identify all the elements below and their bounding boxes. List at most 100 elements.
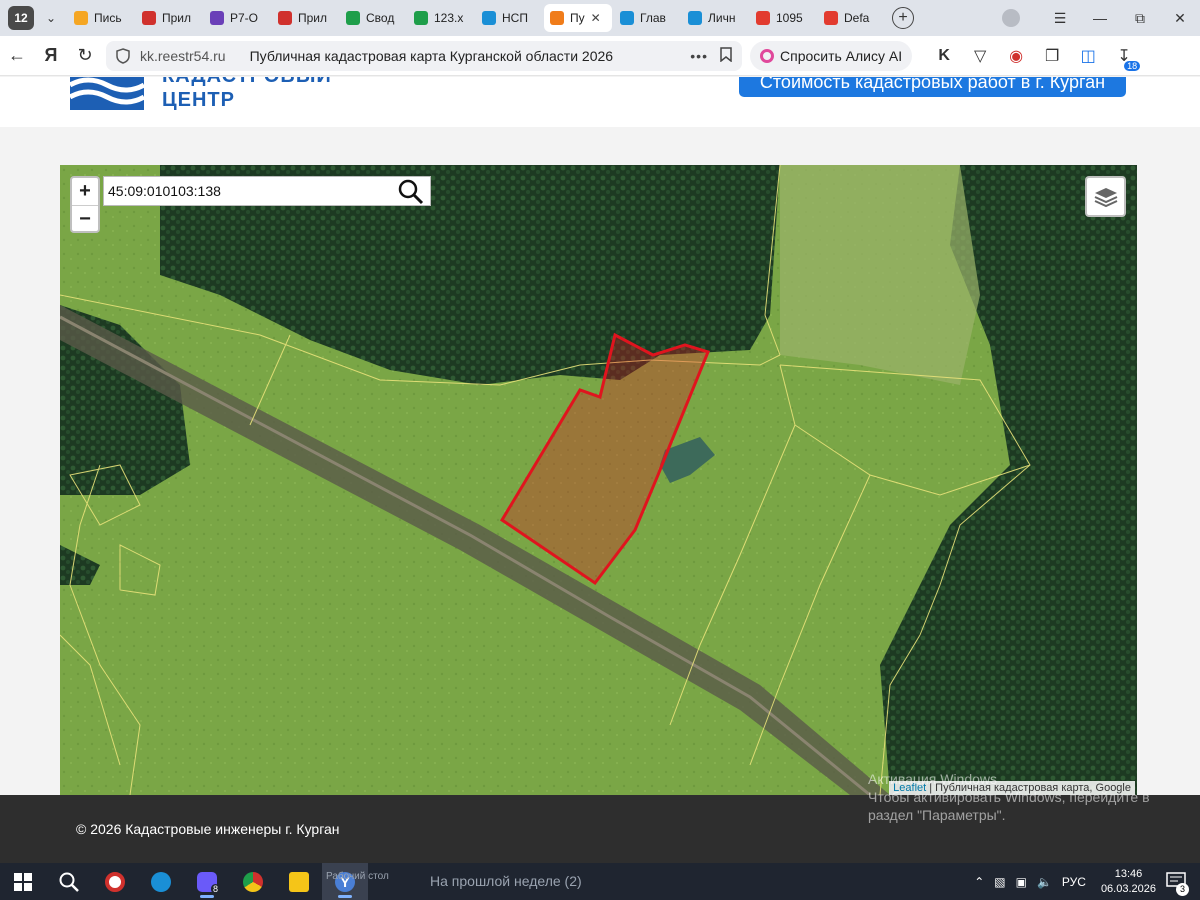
tab-favicon-icon (550, 11, 564, 25)
window-controls: ☰ — ⧉ ✕ (1002, 0, 1200, 36)
tab-favicon-icon (824, 11, 838, 25)
browser-tab-bar: 12 ⌄ Пись Прил Р7-О Прил Свод 123.x НСП Пу ✕ Глав… (0, 0, 1200, 36)
menu-icon[interactable]: ☰ (1040, 10, 1080, 27)
windows-taskbar: 8 Y Рабочий стол На прошлой неделе (2) ⌃… (0, 863, 1200, 900)
notification-center-button[interactable]: 3 (1166, 871, 1192, 896)
tab-favicon-icon (620, 11, 634, 25)
search-taskbar-button[interactable] (46, 863, 92, 900)
bookmark-icon[interactable] (720, 46, 732, 65)
notification-count: 3 (1176, 882, 1189, 896)
extension-icon[interactable]: ◫ (1070, 41, 1106, 71)
tab-label: НСП (502, 11, 528, 25)
shield-icon (116, 47, 130, 64)
browser-tab-11[interactable]: Defa (818, 4, 884, 32)
ask-alice-label: Спросить Алису AI (780, 47, 903, 64)
tab-favicon-icon (210, 11, 224, 25)
tab-count-button[interactable]: 12 (8, 6, 34, 30)
site-header: КАДАСТРОВЫЙ ЦЕНТР Стоимость кадастровых … (0, 77, 1200, 127)
tab-label: 123.x (434, 11, 464, 25)
pricing-cta-button[interactable]: Стоимость кадастровых работ в г. Курган (739, 77, 1126, 97)
tab-label: Личн (708, 11, 736, 25)
clock-time: 13:46 (1114, 867, 1143, 880)
tabs-dropdown-icon[interactable]: ⌄ (38, 6, 64, 30)
tab-label: Свод (366, 11, 395, 25)
address-bar[interactable]: kk.reestr54.ru Публичная кадастровая кар… (106, 40, 742, 71)
browser-tab-5[interactable]: 123.x (408, 4, 474, 32)
language-indicator[interactable]: РУС (1062, 875, 1086, 889)
clock[interactable]: 13:46 06.03.2026 (1101, 867, 1156, 897)
windows-activation-watermark: Активация Windows Чтобы активировать Win… (868, 770, 1150, 824)
logo-text-line1: КАДАСТРОВЫЙ (162, 77, 332, 88)
kinopoisk-extension-icon[interactable]: K (926, 41, 962, 71)
copilot-app-icon[interactable] (92, 863, 138, 900)
search-icon[interactable] (398, 179, 424, 205)
reload-button[interactable]: ↻ (68, 41, 102, 71)
vpn-extension-icon[interactable]: ◉ (998, 41, 1034, 71)
system-tray: ⌃ ▧ ▣ 🔈 РУС 13:46 06.03.2026 3 (969, 863, 1200, 900)
browser-tab-6[interactable]: НСП (476, 4, 542, 32)
tab-favicon-icon (414, 11, 428, 25)
tab-favicon-icon (142, 11, 156, 25)
tray-app-icon[interactable]: ▧ (994, 875, 1005, 889)
downloads-icon[interactable]: ▽ (962, 41, 998, 71)
tab-label: Прил (162, 11, 192, 25)
more-icon[interactable]: ••• (690, 48, 708, 64)
watermark-line3: раздел "Параметры". (868, 807, 1006, 823)
minimize-button[interactable]: — (1080, 10, 1120, 26)
browser-tab-9[interactable]: Личн (682, 4, 748, 32)
cadastral-search-input[interactable]: 45:09:010103:138 (103, 176, 431, 206)
page-title: Публичная кадастровая карта Курганской о… (249, 47, 614, 64)
windows-icon (14, 872, 32, 891)
tab-favicon-icon (346, 11, 360, 25)
logo-text-line2: ЦЕНТР (162, 89, 235, 111)
taskbar-ghost-text: На прошлой неделе (2) (430, 873, 582, 889)
close-window-button[interactable]: ✕ (1160, 10, 1200, 27)
zoom-in-button[interactable]: + (72, 178, 98, 205)
browser-tab-1[interactable]: Прил (136, 4, 202, 32)
tab-label: Пу (570, 11, 585, 25)
tab-favicon-icon (74, 11, 88, 25)
messenger-app-icon[interactable]: 8 (184, 863, 230, 900)
chrome-app-icon[interactable] (230, 863, 276, 900)
network-icon[interactable]: ▣ (1016, 875, 1027, 889)
file-explorer-icon[interactable] (276, 863, 322, 900)
layers-icon (1094, 187, 1117, 207)
tab-list: Пись Прил Р7-О Прил Свод 123.x НСП Пу ✕ Глав Личн 1… (68, 0, 886, 36)
browser-tab-8[interactable]: Глав (614, 4, 680, 32)
url-domain: kk.reestr54.ru (140, 47, 226, 64)
browser-tab-4[interactable]: Свод (340, 4, 406, 32)
back-button[interactable]: ← (0, 41, 34, 71)
search-value: 45:09:010103:138 (108, 183, 221, 199)
browser-tab-7[interactable]: Пу ✕ (544, 4, 612, 32)
tab-label: Defa (844, 11, 870, 25)
watermark-line1: Активация Windows (868, 771, 998, 787)
copyright-text: © 2026 Кадастровые инженеры г. Курган (76, 821, 340, 837)
browser-tab-2[interactable]: Р7-О (204, 4, 270, 32)
tab-label: Пись (94, 11, 122, 25)
volume-icon[interactable]: 🔈 (1037, 875, 1052, 889)
tab-favicon-icon (688, 11, 702, 25)
zoom-control: + − (70, 176, 100, 233)
close-tab-icon[interactable]: ✕ (591, 11, 601, 25)
collections-icon[interactable]: ❐ (1034, 41, 1070, 71)
layers-button[interactable] (1085, 176, 1126, 217)
browser-tab-10[interactable]: 1095 (750, 4, 816, 32)
start-button[interactable] (0, 863, 46, 900)
zoom-out-button[interactable]: − (72, 205, 98, 232)
browser-tab-3[interactable]: Прил (272, 4, 338, 32)
satellite-map-layer[interactable] (60, 165, 1137, 795)
edge-app-icon[interactable] (138, 863, 184, 900)
browser-tab-0[interactable]: Пись (68, 4, 134, 32)
tab-label: Прил (298, 11, 328, 25)
logo-icon[interactable] (70, 77, 144, 110)
tab-favicon-icon (482, 11, 496, 25)
cadastral-map[interactable]: + − 45:09:010103:138 Leaflet | Публичная… (60, 165, 1137, 795)
tray-chevron-up-icon[interactable]: ⌃ (974, 875, 984, 889)
yandex-icon[interactable]: Я (34, 41, 68, 71)
tab-label: 1095 (776, 11, 803, 25)
notifications-extension-icon[interactable]: ↧ 18 (1106, 41, 1142, 71)
new-tab-button[interactable]: + (892, 7, 914, 29)
profile-avatar[interactable] (1002, 9, 1020, 27)
restore-button[interactable]: ⧉ (1120, 10, 1160, 27)
ask-alice-button[interactable]: Спросить Алису AI (750, 40, 913, 71)
